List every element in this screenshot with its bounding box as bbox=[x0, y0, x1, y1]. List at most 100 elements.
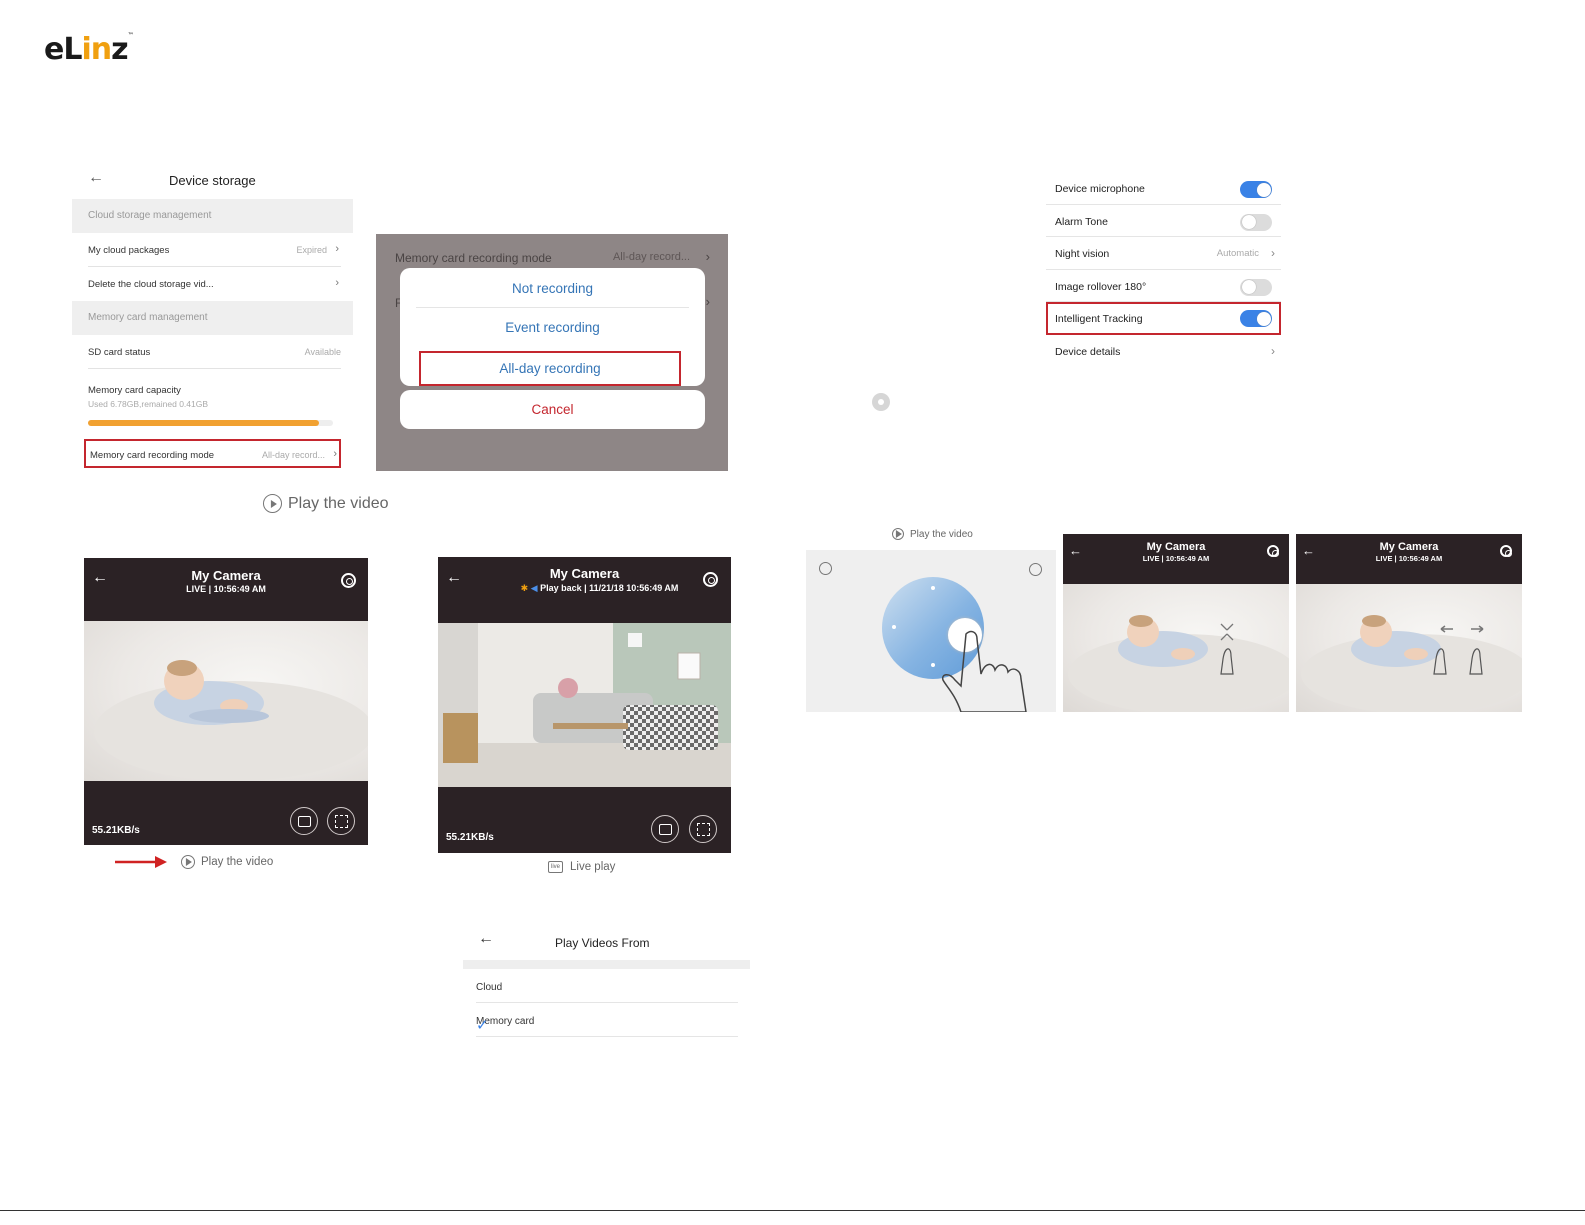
play-circle-icon bbox=[263, 494, 282, 513]
camera-video-view[interactable] bbox=[84, 621, 368, 781]
camera-title: My Camera bbox=[191, 568, 261, 583]
direction-left-marker bbox=[892, 625, 896, 629]
camera-zoom-gesture-screen: ← My Camera LIVE | 10:56:49 AM bbox=[1063, 534, 1289, 712]
snapshot-camera-icon[interactable] bbox=[290, 807, 318, 835]
camera-video-view[interactable] bbox=[1063, 584, 1289, 712]
chevron-right-icon: › bbox=[705, 249, 710, 264]
option-not-recording[interactable]: Not recording bbox=[416, 270, 689, 308]
gear-icon[interactable] bbox=[703, 572, 718, 587]
option-event-recording[interactable]: Event recording bbox=[416, 309, 689, 347]
cloud-packages-row[interactable]: My cloud packages Expired › bbox=[88, 233, 341, 267]
camera-title: My Camera bbox=[549, 566, 620, 581]
bitrate-readout: 55.21KB/s bbox=[446, 832, 494, 843]
capacity-detail: Used 6.78GB,remained 0.41GB bbox=[88, 399, 209, 409]
play-video-caption-small: Play the video bbox=[181, 855, 273, 869]
gear-icon[interactable] bbox=[1500, 545, 1512, 557]
live-tv-icon: live bbox=[548, 861, 564, 873]
device-storage-screen: ← Device storage Cloud storage managemen… bbox=[72, 165, 353, 475]
night-vision-row[interactable]: Night vision Automatic › bbox=[1046, 237, 1281, 270]
page-title: Device storage bbox=[169, 173, 256, 188]
divider bbox=[463, 960, 750, 969]
chevron-right-icon: › bbox=[333, 448, 337, 460]
chevron-right-icon: › bbox=[705, 294, 710, 309]
gear-icon[interactable] bbox=[341, 573, 356, 588]
alarm-tone-row: Alarm Tone bbox=[1046, 205, 1281, 237]
red-arrow-icon bbox=[115, 856, 167, 868]
recording-mode-dialog: Memory card recording mode All-day recor… bbox=[376, 234, 728, 471]
gear-icon[interactable] bbox=[1267, 545, 1279, 557]
capacity-row: Memory card capacity Used 6.78GB,remaine… bbox=[88, 369, 341, 433]
hand-gesture-icon bbox=[941, 630, 1027, 712]
image-rollover-row: Image rollover 180° bbox=[1046, 270, 1281, 302]
direction-up-marker bbox=[931, 586, 935, 590]
sleeping-baby-image bbox=[1068, 615, 1289, 712]
back-arrow-icon[interactable]: ← bbox=[478, 930, 494, 948]
chevron-right-icon: › bbox=[335, 243, 339, 255]
cancel-button[interactable]: Cancel bbox=[400, 390, 705, 429]
section-header-cloud: Cloud storage management bbox=[72, 199, 353, 233]
source-option-memory-card[interactable]: Memory card ✓ bbox=[476, 1003, 738, 1037]
cloud-packages-status: Expired bbox=[296, 245, 327, 255]
camera-swipe-gesture-screen: ← My Camera LIVE | 10:56:49 AM bbox=[1296, 534, 1522, 712]
intelligent-tracking-toggle[interactable] bbox=[1240, 310, 1272, 327]
play-circle-icon bbox=[181, 855, 195, 869]
play-video-caption-large: Play the video bbox=[263, 494, 389, 513]
rotate-icon[interactable] bbox=[819, 562, 832, 575]
recording-mode-value: All-day record... bbox=[261, 450, 325, 460]
record-dot-icon bbox=[872, 393, 890, 411]
bitrate-readout: 55.21KB/s bbox=[92, 825, 140, 836]
sd-status-row: SD card status Available bbox=[88, 335, 341, 369]
fullscreen-icon[interactable] bbox=[327, 807, 355, 835]
camera-title: My Camera bbox=[1379, 541, 1439, 553]
option-all-day-recording[interactable]: All-day recording bbox=[419, 351, 681, 386]
play-video-caption-tiny: Play the video bbox=[892, 528, 973, 540]
capacity-progress-bar bbox=[88, 420, 333, 426]
intelligent-tracking-row: Intelligent Tracking bbox=[1046, 302, 1281, 335]
sleeping-baby-image bbox=[1301, 615, 1522, 712]
section-header-memory: Memory card management bbox=[72, 301, 353, 335]
living-room-image bbox=[438, 623, 731, 787]
checkmark-icon: ✓ bbox=[476, 1017, 489, 1034]
sleeping-baby-image bbox=[94, 660, 368, 781]
direction-down-marker bbox=[931, 663, 935, 667]
device-details-row[interactable]: Device details › bbox=[1046, 335, 1281, 368]
page-title: Play Videos From bbox=[555, 936, 650, 950]
image-rollover-toggle[interactable] bbox=[1240, 278, 1272, 296]
night-vision-value: Automatic bbox=[1216, 248, 1259, 259]
snapshot-camera-icon[interactable] bbox=[651, 815, 679, 843]
options-sheet: Not recording Event recording All-day re… bbox=[400, 268, 705, 386]
camera-status: LIVE | 10:56:49 AM bbox=[1375, 554, 1443, 563]
camera-status: LIVE | 10:56:49 AM bbox=[1142, 554, 1210, 563]
play-videos-from-screen: ← Play Videos From Cloud Memory card ✓ bbox=[463, 926, 750, 1038]
camera-status: LIVE | 10:56:49 AM bbox=[186, 584, 266, 594]
fullscreen-icon[interactable] bbox=[689, 815, 717, 843]
header: ← Device storage bbox=[72, 165, 353, 199]
capacity-progress-fill bbox=[88, 420, 320, 426]
source-option-cloud[interactable]: Cloud bbox=[476, 969, 738, 1003]
camera-video-view[interactable] bbox=[1296, 584, 1522, 712]
playback-status: ✱ ◀ Play back | 11/21/18 10:56:49 AM bbox=[520, 583, 679, 593]
camera-video-view[interactable] bbox=[438, 623, 731, 787]
sound-icon: ◀ bbox=[530, 583, 538, 593]
alarm-tone-toggle[interactable] bbox=[1240, 213, 1272, 231]
crosshair-icon[interactable] bbox=[1029, 563, 1042, 576]
page-bottom-rule bbox=[0, 1210, 1585, 1211]
microphone-toggle[interactable] bbox=[1240, 181, 1272, 198]
camera-live-screen: ← My Camera LIVE | 10:56:49 AM 55.21KB/s bbox=[84, 558, 368, 845]
camera-playback-screen: ← My Camera ✱ ◀ Play back | 11/21/18 10:… bbox=[438, 557, 731, 853]
elinz-logo: eLinz™ bbox=[44, 32, 134, 67]
ptz-control-panel bbox=[806, 550, 1056, 712]
microphone-row: Device microphone bbox=[1046, 172, 1281, 205]
play-circle-icon bbox=[892, 528, 904, 540]
device-settings-screen: Device microphone Alarm Tone Night visio… bbox=[1046, 172, 1281, 370]
chevron-right-icon: › bbox=[1271, 246, 1275, 260]
motion-person-icon: ✱ bbox=[520, 583, 529, 593]
sd-status-value: Available bbox=[304, 347, 341, 357]
live-play-caption: live Live play bbox=[548, 861, 615, 873]
chevron-right-icon: › bbox=[335, 277, 339, 289]
back-arrow-icon[interactable]: ← bbox=[88, 169, 104, 187]
recording-mode-row[interactable]: Memory card recording mode All-day recor… bbox=[84, 439, 341, 468]
camera-title: My Camera bbox=[1146, 541, 1206, 553]
chevron-right-icon: › bbox=[1271, 343, 1275, 358]
delete-cloud-row[interactable]: Delete the cloud storage vid... › bbox=[88, 267, 341, 301]
